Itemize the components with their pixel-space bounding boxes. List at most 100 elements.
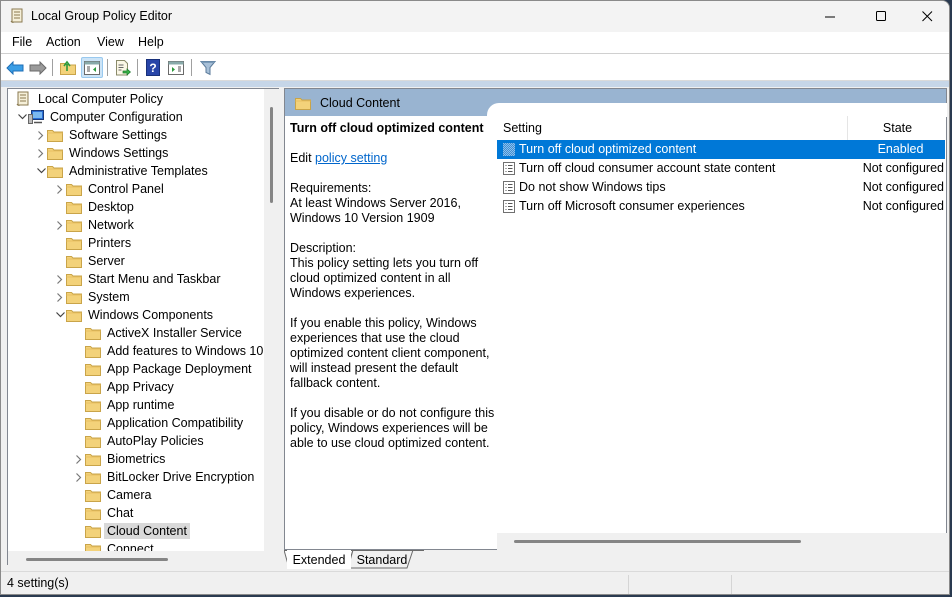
requirements-text: At least Windows Server 2016, Windows 10… <box>290 196 461 225</box>
tab-standard[interactable]: Standard <box>352 550 412 569</box>
tree-vertical-scrollbar[interactable] <box>264 89 279 551</box>
edit-policy-setting-link[interactable]: policy setting <box>315 151 387 165</box>
setting-name: Turn off cloud consumer account state co… <box>519 161 776 175</box>
back-button[interactable] <box>4 57 26 78</box>
folder-icon <box>85 399 101 412</box>
tree-item[interactable]: Network <box>54 216 137 234</box>
chevron-down-icon[interactable] <box>54 306 66 324</box>
toolbar-separator <box>107 59 108 76</box>
minimize-button[interactable] <box>807 1 853 32</box>
folder-icon <box>47 165 63 178</box>
console-tree: Local Computer Policy Computer Configurat… <box>7 88 279 565</box>
maximize-button[interactable] <box>858 1 904 32</box>
tree-item[interactable]: System <box>54 288 133 306</box>
scrollbar-thumb[interactable] <box>270 107 273 203</box>
up-level-button[interactable] <box>57 57 79 78</box>
tree-item[interactable]: App Privacy <box>73 378 177 396</box>
tree-item[interactable]: Computer Configuration <box>16 108 186 126</box>
list-row[interactable]: Turn off Microsoft consumer experiences N… <box>497 197 945 216</box>
tree-item-label: Start Menu and Taskbar <box>88 272 221 286</box>
forward-button[interactable] <box>27 57 49 78</box>
chevron-right-icon[interactable] <box>35 126 47 144</box>
tree-item[interactable]: App Package Deployment <box>73 360 255 378</box>
tree-item[interactable]: Chat <box>73 504 136 522</box>
tree-item[interactable]: Biometrics <box>73 450 168 468</box>
tree-item[interactable]: Software Settings <box>35 126 170 144</box>
tree-item[interactable]: BitLocker Drive Encryption <box>73 468 257 486</box>
tree-item-label: AutoPlay Policies <box>107 434 204 448</box>
chevron-right-icon[interactable] <box>54 180 66 198</box>
list-row[interactable]: Do not show Windows tips Not configured <box>497 178 945 197</box>
tree-item-label: Biometrics <box>107 452 166 466</box>
filter-icon <box>200 60 216 75</box>
scrollbar-thumb[interactable] <box>26 558 168 561</box>
menu-view[interactable]: View <box>97 35 124 49</box>
tree-item-label: App Privacy <box>107 380 174 394</box>
list-row[interactable]: Turn off cloud optimized content Enabled <box>497 140 945 159</box>
show-hide-console-tree-button[interactable] <box>81 57 103 78</box>
tree-item-label: Desktop <box>88 200 134 214</box>
scrollbar-thumb[interactable] <box>514 540 801 543</box>
menu-file[interactable]: File <box>12 35 32 49</box>
tree-item[interactable]: Windows Settings <box>35 144 171 162</box>
help-button[interactable]: ? <box>142 57 164 78</box>
tree-item[interactable]: App runtime <box>73 396 177 414</box>
tree-item[interactable]: Cloud Content <box>73 522 190 540</box>
tree-item[interactable]: Add features to Windows 10 <box>73 342 264 360</box>
tree-item[interactable]: Printers <box>54 234 134 252</box>
tree-item[interactable]: AutoPlay Policies <box>73 432 207 450</box>
folder-icon <box>85 507 101 520</box>
tree-item-label: Control Panel <box>88 182 164 196</box>
disable-text: If you disable or do not configure this … <box>290 406 495 450</box>
chevron-right-icon[interactable] <box>73 468 85 486</box>
chevron-right-icon[interactable] <box>35 144 47 162</box>
tree-item[interactable]: Application Compatibility <box>73 414 246 432</box>
setting-name: Turn off Microsoft consumer experiences <box>519 199 745 213</box>
tree-horizontal-scrollbar[interactable] <box>8 551 264 565</box>
show-hide-action-pane-button[interactable] <box>165 57 187 78</box>
policy-title: Turn off cloud optimized content <box>290 121 484 135</box>
menu-bar: File Action View Help <box>1 32 949 54</box>
folder-icon <box>47 129 63 142</box>
column-header-state[interactable]: State <box>848 121 947 135</box>
extended-description-panel: Turn off cloud optimized content Edit po… <box>290 121 495 466</box>
list-row[interactable]: Turn off cloud consumer account state co… <box>497 159 945 178</box>
chevron-right-icon[interactable] <box>73 450 85 468</box>
tree-item[interactable]: Desktop <box>54 198 137 216</box>
tree-item-label: Server <box>88 254 125 268</box>
tree-item-label: Computer Configuration <box>50 110 183 124</box>
forward-arrow-icon <box>29 60 47 75</box>
setting-name: Do not show Windows tips <box>519 180 666 194</box>
tree-item-label: Windows Settings <box>69 146 169 160</box>
filter-button[interactable] <box>197 57 219 78</box>
menu-help[interactable]: Help <box>138 35 164 49</box>
chevron-down-icon[interactable] <box>16 108 28 126</box>
chevron-right-icon[interactable] <box>54 288 66 306</box>
tree-item[interactable]: Windows Components <box>54 306 216 324</box>
tree-item[interactable]: Server <box>54 252 128 270</box>
tree-item[interactable]: Connect <box>73 540 157 551</box>
tree-item-label: Windows Components <box>88 308 214 322</box>
folder-icon <box>85 525 101 538</box>
chevron-right-icon[interactable] <box>54 216 66 234</box>
close-button[interactable] <box>904 1 949 32</box>
tree-item[interactable]: Control Panel <box>54 180 167 198</box>
export-list-button[interactable] <box>112 57 134 78</box>
list-horizontal-scrollbar[interactable] <box>497 533 947 550</box>
tree-item[interactable]: Start Menu and Taskbar <box>54 270 223 288</box>
chevron-right-icon[interactable] <box>54 270 66 288</box>
tree-item[interactable]: ActiveX Installer Service <box>73 324 245 342</box>
column-header-setting[interactable]: Setting <box>503 121 542 135</box>
tree-item[interactable]: Administrative Templates <box>35 162 211 180</box>
tree-item[interactable]: Camera <box>73 486 154 504</box>
requirements-label: Requirements: <box>290 181 372 195</box>
menu-action[interactable]: Action <box>46 35 81 49</box>
edit-prefix: Edit <box>290 151 312 165</box>
tab-extended[interactable]: Extended <box>287 550 351 569</box>
tree-item[interactable]: Local Computer Policy <box>12 90 166 108</box>
chevron-down-icon[interactable] <box>35 162 47 180</box>
minimize-icon <box>824 16 835 18</box>
maximize-icon <box>875 11 886 21</box>
